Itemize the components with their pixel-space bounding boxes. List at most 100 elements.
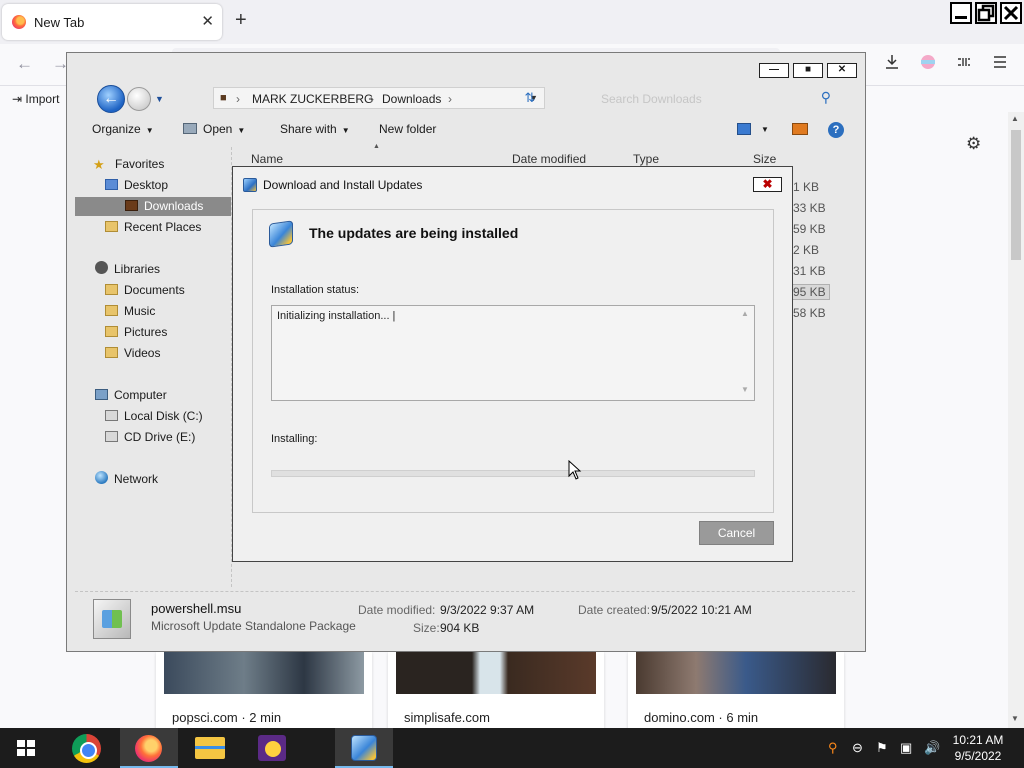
column-header-name[interactable]: Name <box>251 152 283 166</box>
dialog-titlebar[interactable]: Download and Install Updates ✖ <box>233 167 792 201</box>
nav-recent-places[interactable]: Recent Places <box>105 218 201 237</box>
system-clock[interactable]: 10:21 AM 9/5/2022 <box>944 732 1012 764</box>
start-button[interactable] <box>0 728 58 768</box>
nav-local-disk[interactable]: Local Disk (C:) <box>105 407 203 426</box>
scroll-up-icon[interactable]: ▲ <box>741 309 749 318</box>
taskbar-yahoo-messenger[interactable] <box>243 728 301 768</box>
nav-label: CD Drive (E:) <box>124 430 196 444</box>
documents-icon <box>105 284 118 295</box>
nav-network[interactable]: Network <box>95 470 158 489</box>
detail-date-created-value: 9/5/2022 10:21 AM <box>651 603 752 617</box>
search-icon[interactable]: ⚲ <box>821 89 831 106</box>
new-folder-button[interactable]: New folder <box>379 122 436 136</box>
windows-update-icon <box>243 178 257 192</box>
action-center-flag-icon[interactable]: ⚑ <box>876 740 888 756</box>
chevron-down-icon[interactable]: ▼ <box>761 125 769 134</box>
explorer-maximize-button[interactable]: ■ <box>793 63 823 78</box>
organize-button[interactable]: Organize ▼ <box>92 122 154 136</box>
download-icon[interactable] <box>884 54 900 75</box>
breadcrumb-downloads[interactable]: Downloads <box>382 92 441 106</box>
cancel-button[interactable]: Cancel <box>699 521 774 545</box>
windows-logo-icon <box>17 740 35 756</box>
taskbar-file-explorer[interactable] <box>181 728 239 768</box>
share-with-button[interactable]: Share with ▼ <box>280 122 350 136</box>
history-dropdown-icon[interactable]: ▼ <box>155 94 164 104</box>
scroll-up-icon[interactable]: ▲ <box>1011 114 1019 123</box>
scrollbar-thumb[interactable] <box>1011 130 1021 260</box>
chevron-down-icon: ▼ <box>145 126 154 135</box>
nav-downloads[interactable]: Downloads <box>75 197 231 216</box>
story-card[interactable]: simplisafe.com <box>388 652 604 732</box>
nav-videos[interactable]: Videos <box>105 344 160 363</box>
file-size-cell-selected[interactable]: 95 KB <box>789 284 830 300</box>
back-button[interactable]: ← <box>97 85 125 113</box>
story-source: simplisafe.com <box>404 710 490 725</box>
network-icon <box>95 471 108 484</box>
downloads-folder-icon <box>125 200 138 211</box>
nav-label: Local Disk (C:) <box>124 409 203 423</box>
nav-label: Videos <box>124 346 161 360</box>
column-header-size[interactable]: Size <box>753 152 776 166</box>
import-bookmarks-button[interactable]: ⇥ Import <box>12 92 59 106</box>
detail-date-created-label: Date created: <box>578 603 651 617</box>
gear-icon[interactable]: ⚙ <box>966 134 981 154</box>
address-bar[interactable]: ■ › MARK ZUCKERBERG › Downloads › ▼ <box>213 87 545 109</box>
open-label: Open <box>203 122 233 136</box>
clock-time: 10:21 AM <box>952 733 1004 747</box>
nav-desktop[interactable]: Desktop <box>105 176 168 195</box>
tab-new-tab[interactable]: New Tab ✕ <box>2 4 222 40</box>
nav-computer[interactable]: Computer <box>95 386 167 405</box>
back-arrow-icon[interactable]: ← <box>16 54 33 74</box>
clock-date: 9/5/2022 <box>954 749 1002 763</box>
taskbar-firefox[interactable] <box>120 728 178 768</box>
nav-label: Music <box>124 304 156 318</box>
installation-status-box[interactable]: Initializing installation... | ▲ ▼ <box>271 305 755 401</box>
file-size-cell: 33 KB <box>793 201 826 215</box>
volume-icon[interactable]: 🔊 <box>924 740 940 756</box>
page-scrollbar[interactable]: ▲ ▼ <box>1008 112 1024 728</box>
open-button[interactable]: Open ▼ <box>183 122 245 136</box>
search-icon[interactable]: ⚲ <box>828 740 838 756</box>
windows-update-icon <box>351 735 377 761</box>
nav-music[interactable]: Music <box>105 302 155 321</box>
nav-favorites[interactable]: ★ Favorites <box>93 155 164 174</box>
chevron-down-icon: ▼ <box>341 126 350 135</box>
explorer-close-button[interactable]: ✕ <box>827 63 857 78</box>
nav-label: Favorites <box>115 157 165 171</box>
tab-close-icon[interactable]: ✕ <box>201 12 214 30</box>
extensions-icon[interactable] <box>956 54 972 75</box>
change-view-icon[interactable] <box>737 123 751 135</box>
nav-label: Pictures <box>124 325 168 339</box>
story-card[interactable]: domino.com · 6 min <box>628 652 844 732</box>
refresh-icon[interactable]: ⇅ <box>519 88 541 108</box>
nav-libraries[interactable]: Libraries <box>95 260 160 279</box>
notification-icon[interactable]: ⊖ <box>852 740 863 756</box>
explorer-minimize-button[interactable]: — <box>759 63 789 78</box>
taskbar-chrome[interactable] <box>58 728 116 768</box>
import-label: Import <box>25 92 60 106</box>
column-header-type[interactable]: Type <box>633 152 659 166</box>
taskbar-windows-update[interactable] <box>335 728 393 768</box>
firefox-minimize-button[interactable] <box>950 2 972 24</box>
scroll-down-icon[interactable]: ▼ <box>741 385 749 394</box>
dialog-close-button[interactable]: ✖ <box>753 177 782 192</box>
account-icon[interactable] <box>920 54 936 75</box>
scroll-down-icon[interactable]: ▼ <box>1011 714 1019 723</box>
nav-pictures[interactable]: Pictures <box>105 323 167 342</box>
search-box[interactable]: Search Downloads ⚲ <box>589 87 837 109</box>
mouse-cursor-icon <box>568 460 582 480</box>
new-tab-button[interactable]: + <box>235 9 247 32</box>
forward-button[interactable] <box>127 87 151 111</box>
menu-icon[interactable] <box>992 54 1008 75</box>
nav-cd-drive[interactable]: CD Drive (E:) <box>105 428 195 447</box>
network-status-icon[interactable]: ▣ <box>900 740 912 756</box>
firefox-restore-button[interactable] <box>975 2 997 24</box>
status-scrollbar[interactable]: ▲ ▼ <box>737 307 753 399</box>
preview-pane-icon[interactable] <box>792 123 808 135</box>
breadcrumb-user[interactable]: MARK ZUCKERBERG <box>252 92 373 106</box>
nav-documents[interactable]: Documents <box>105 281 185 300</box>
help-icon[interactable]: ? <box>828 122 844 138</box>
column-header-date-modified[interactable]: Date modified <box>512 152 586 166</box>
story-card[interactable]: popsci.com · 2 min <box>156 652 372 732</box>
firefox-close-button[interactable] <box>1000 2 1022 24</box>
